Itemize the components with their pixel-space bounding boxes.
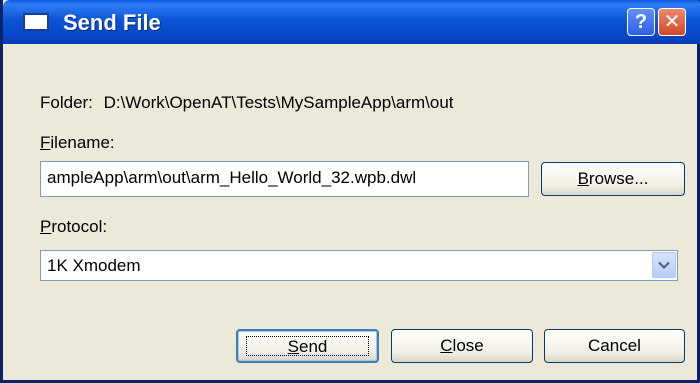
protocol-dropdown-button[interactable] bbox=[652, 252, 676, 278]
browse-button[interactable]: Browse... bbox=[541, 162, 685, 196]
close-window-button[interactable]: ✕ bbox=[658, 8, 686, 36]
filename-input[interactable]: ampleApp\arm\out\arm_Hello_World_32.wpb.… bbox=[40, 161, 529, 197]
filename-input-value: ampleApp\arm\out\arm_Hello_World_32.wpb.… bbox=[47, 168, 417, 187]
window-icon bbox=[23, 13, 49, 31]
filename-label: Filename: bbox=[40, 133, 115, 152]
title-bar[interactable]: Send File ? ✕ bbox=[3, 0, 700, 44]
window-title: Send File bbox=[63, 10, 161, 35]
folder-label: Folder: bbox=[40, 93, 93, 112]
dropdown-arrow-icon bbox=[658, 261, 670, 270]
cancel-button[interactable]: Cancel bbox=[544, 329, 685, 363]
folder-row: Folder: D:\Work\OpenAT\Tests\MySampleApp… bbox=[40, 93, 454, 113]
send-button[interactable]: Send bbox=[236, 329, 379, 363]
folder-path: D:\Work\OpenAT\Tests\MySampleApp\arm\out bbox=[103, 93, 454, 112]
focus-indicator bbox=[246, 336, 369, 356]
close-button[interactable]: Close bbox=[391, 329, 533, 363]
protocol-label: Protocol: bbox=[40, 217, 108, 236]
help-button[interactable]: ? bbox=[627, 8, 655, 36]
protocol-select-value: 1K Xmodem bbox=[47, 256, 141, 275]
send-file-dialog: Send File ? ✕ Folder: D:\Work\OpenAT\Tes… bbox=[0, 0, 700, 383]
close-icon: ✕ bbox=[663, 11, 681, 33]
protocol-select[interactable]: 1K Xmodem bbox=[40, 250, 678, 281]
help-icon: ? bbox=[634, 11, 648, 33]
